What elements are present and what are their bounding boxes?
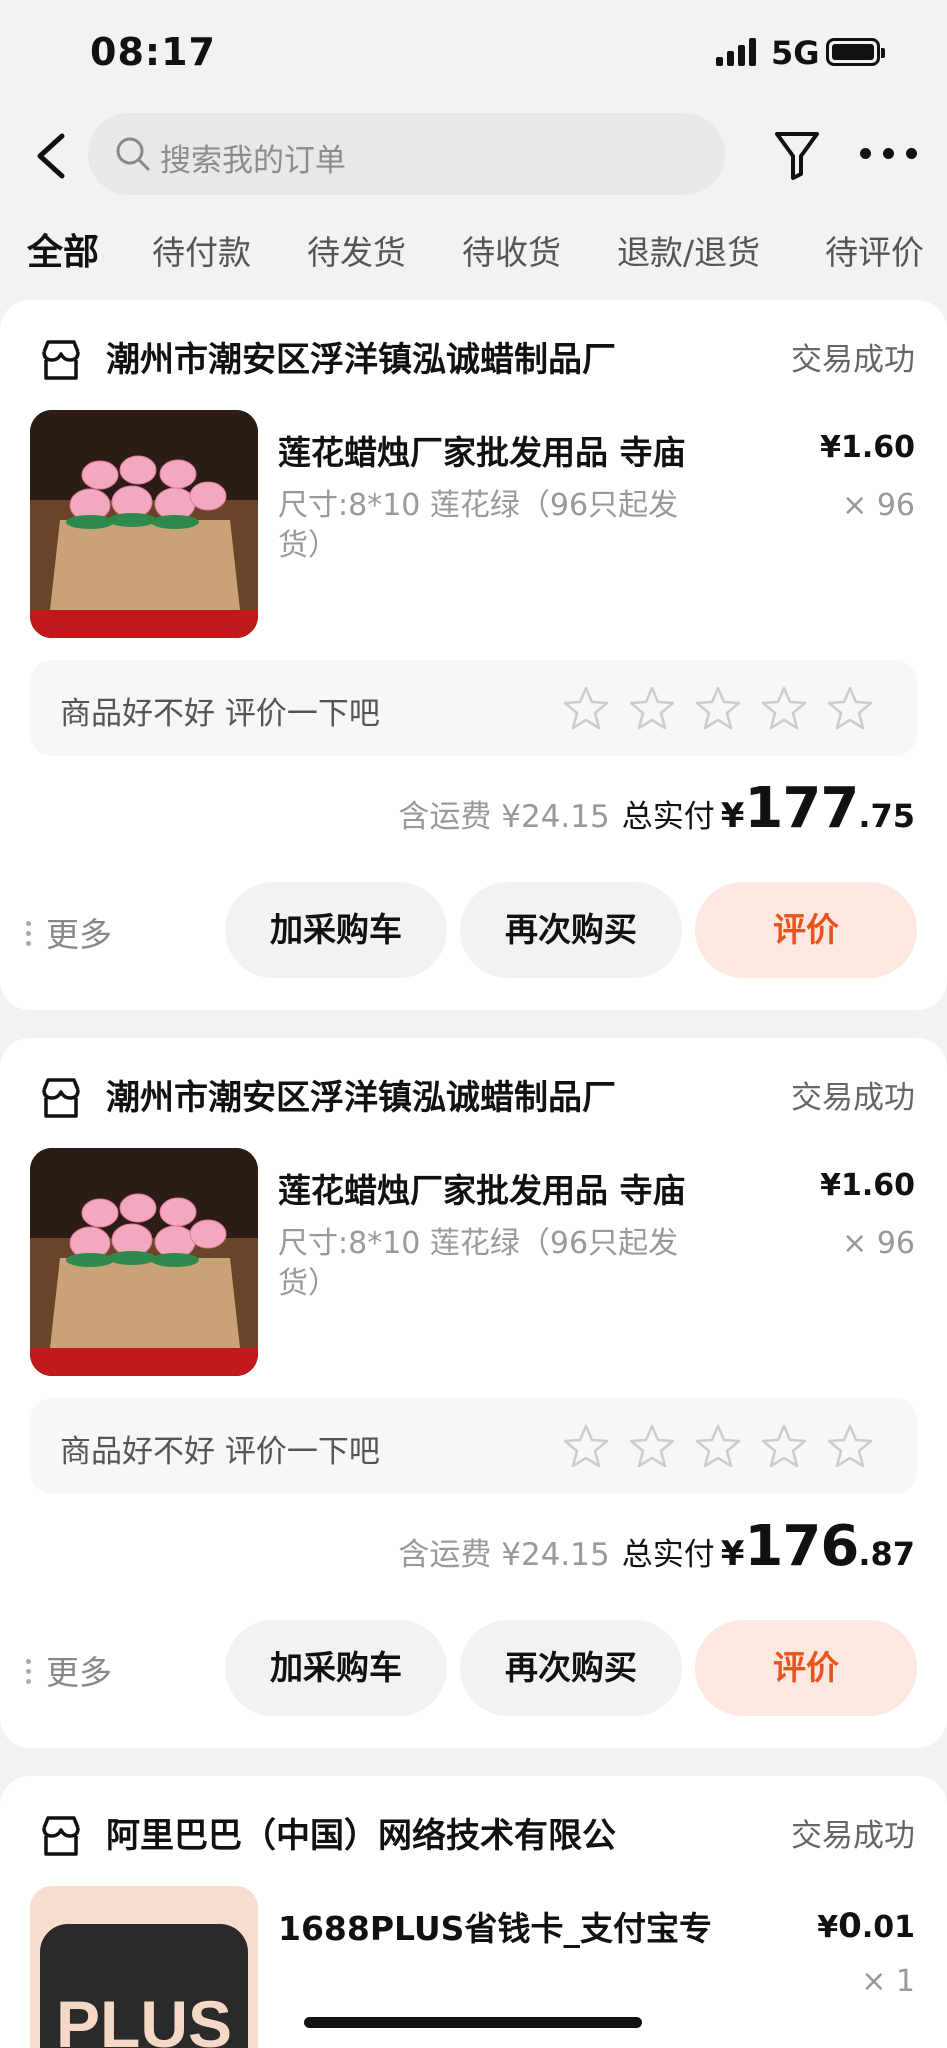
status-time: 08:17 [90, 30, 216, 74]
shipping-fee: 含运费 ¥24.15 [398, 1537, 610, 1573]
quantity: × 1 [861, 1964, 915, 1999]
search-icon [116, 137, 150, 171]
product-spec: 尺寸:8*10 莲花绿（96只起发货） [278, 1226, 679, 1301]
star-icon[interactable] [760, 1422, 808, 1470]
order-status: 交易成功 [791, 342, 915, 378]
quantity: × 96 [842, 1226, 915, 1261]
star-icon[interactable] [826, 684, 874, 732]
battery-icon [826, 38, 885, 66]
star-icon[interactable] [694, 684, 742, 732]
order-card[interactable]: 潮州市潮安区浮洋镇泓诚蜡制品厂 交易成功 莲花蜡烛厂家批发用品 寺庙 尺寸:8*… [0, 1038, 947, 1748]
review-prompt: 商品好不好 评价一下吧 [60, 1434, 380, 1470]
order-status: 交易成功 [791, 1818, 915, 1854]
more-dots-icon [26, 919, 32, 949]
product-title[interactable]: 莲花蜡烛厂家批发用品 寺庙 [278, 1164, 686, 1212]
total-label: 总实付 [621, 1537, 715, 1573]
nav-bar: 搜索我的订单 [0, 110, 947, 200]
currency-symbol: ¥ [720, 1534, 745, 1574]
more-actions[interactable]: 更多 [26, 908, 112, 956]
tab-pending-payment[interactable]: 待付款 [152, 226, 251, 274]
store-icon [42, 1816, 80, 1856]
unit-price: ¥1.60 [820, 430, 915, 465]
shop-name[interactable]: 阿里巴巴（中国）网络技术有限公 [106, 1808, 616, 1857]
currency-symbol: ¥ [720, 796, 745, 836]
shipping-fee: 含运费 ¥24.15 [398, 799, 610, 835]
store-icon [42, 1078, 80, 1118]
back-arrow-icon[interactable] [30, 128, 80, 184]
star-icon[interactable] [826, 1422, 874, 1470]
order-card[interactable]: 潮州市潮安区浮洋镇泓诚蜡制品厂 交易成功 莲花蜡烛厂家批发用品 寺庙 尺寸:8*… [0, 300, 947, 1010]
order-tabs: 全部 待付款 待发货 待收货 退款/退货 待评价 [0, 220, 947, 280]
star-icon[interactable] [760, 684, 808, 732]
shop-name[interactable]: 潮州市潮安区浮洋镇泓诚蜡制品厂 [106, 1070, 616, 1119]
total-label: 总实付 [621, 799, 715, 835]
review-button[interactable]: 评价 [695, 882, 917, 978]
total-decimal: .87 [858, 1535, 915, 1573]
order-total: 含运费 ¥24.15 总实付 ¥176.87 [398, 1514, 915, 1584]
product-spec: 尺寸:8*10 莲花绿（96只起发货） [278, 488, 679, 563]
plus-logo-text: PLUS [55, 1987, 233, 2048]
tab-pending-shipment[interactable]: 待发货 [307, 226, 406, 274]
status-bar: 08:17 5G [0, 0, 947, 100]
tab-pending-review[interactable]: 待评价 [825, 226, 924, 274]
star-icon[interactable] [694, 1422, 742, 1470]
add-to-cart-button[interactable]: 加采购车 [225, 1620, 447, 1716]
more-label: 更多 [46, 915, 112, 954]
product-image[interactable] [30, 410, 258, 638]
tab-refund[interactable]: 退款/退货 [617, 226, 760, 274]
buy-again-button[interactable]: 再次购买 [460, 1620, 682, 1716]
add-to-cart-button[interactable]: 加采购车 [225, 882, 447, 978]
price-decimal: .01 [861, 1910, 915, 1945]
star-icon[interactable] [628, 684, 676, 732]
unit-price: ¥0.01 [817, 1906, 915, 1946]
more-icon[interactable] [860, 148, 918, 162]
star-icon[interactable] [628, 1422, 676, 1470]
review-prompt: 商品好不好 评价一下吧 [60, 696, 380, 732]
review-button[interactable]: 评价 [695, 1620, 917, 1716]
product-image[interactable] [30, 1148, 258, 1376]
shop-name[interactable]: 潮州市潮安区浮洋镇泓诚蜡制品厂 [106, 332, 616, 381]
currency-symbol: ¥ [817, 1910, 839, 1945]
total-decimal: .75 [858, 797, 915, 835]
total-integer: 176 [744, 1514, 859, 1579]
price-integer: 0 [838, 1906, 862, 1946]
tab-pending-receipt[interactable]: 待收货 [462, 226, 561, 274]
store-icon [42, 340, 80, 380]
order-status: 交易成功 [791, 1080, 915, 1116]
quantity: × 96 [842, 488, 915, 523]
more-actions[interactable]: 更多 [26, 1646, 112, 1694]
network-label: 5G [771, 34, 820, 72]
star-icon[interactable] [562, 1422, 610, 1470]
total-integer: 177 [744, 776, 859, 841]
tab-all[interactable]: 全部 [27, 223, 99, 275]
more-label: 更多 [46, 1653, 112, 1692]
more-dots-icon [26, 1657, 32, 1687]
order-card[interactable]: 阿里巴巴（中国）网络技术有限公 交易成功 PLUS 1688PLUS省钱卡_支付… [0, 1776, 947, 2048]
filter-icon[interactable] [772, 128, 822, 182]
order-total: 含运费 ¥24.15 总实付 ¥177.75 [398, 776, 915, 846]
product-image[interactable]: PLUS [30, 1886, 258, 2048]
star-icon[interactable] [562, 684, 610, 732]
search-input[interactable]: 搜索我的订单 [88, 113, 725, 195]
buy-again-button[interactable]: 再次购买 [460, 882, 682, 978]
search-placeholder: 搜索我的订单 [160, 143, 346, 179]
product-title[interactable]: 1688PLUS省钱卡_支付宝专 [278, 1902, 712, 1950]
star-rating[interactable] [562, 684, 892, 732]
review-prompt-box[interactable]: 商品好不好 评价一下吧 [30, 1398, 917, 1494]
star-rating[interactable] [562, 1422, 892, 1470]
review-prompt-box[interactable]: 商品好不好 评价一下吧 [30, 660, 917, 756]
home-indicator [304, 2017, 642, 2028]
unit-price: ¥1.60 [820, 1168, 915, 1203]
product-title[interactable]: 莲花蜡烛厂家批发用品 寺庙 [278, 426, 686, 474]
signal-icon [716, 38, 760, 66]
